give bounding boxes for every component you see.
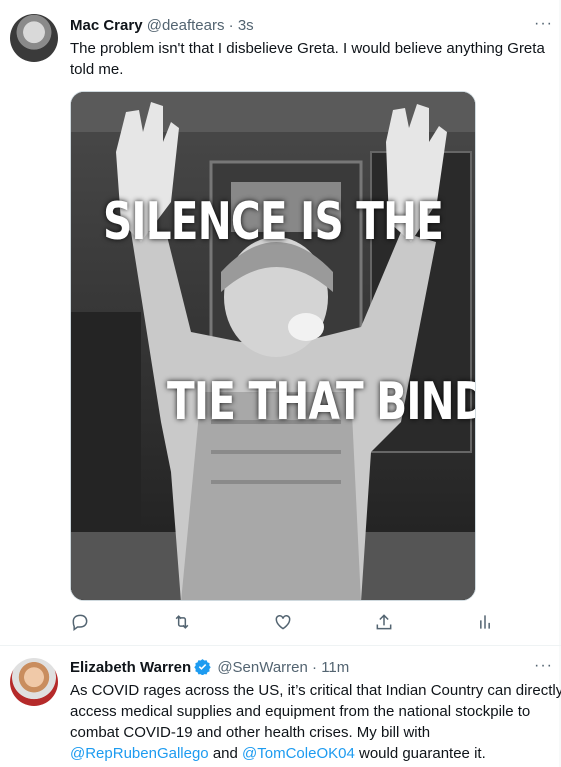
tweet-actions bbox=[70, 612, 500, 636]
author-handle[interactable]: @SenWarren bbox=[217, 659, 308, 676]
share-icon[interactable] bbox=[374, 612, 398, 636]
avatar[interactable] bbox=[10, 658, 58, 706]
tweet-text: The problem isn't that I disbelieve Gret… bbox=[70, 40, 545, 78]
separator-dot: · bbox=[312, 659, 318, 676]
tweet-header: Elizabeth Warren @SenWarren · 11m bbox=[70, 658, 349, 681]
mention-link[interactable]: @RepRubenGallego bbox=[70, 745, 209, 762]
verified-badge-icon bbox=[194, 658, 211, 681]
author-name[interactable]: Mac Crary bbox=[70, 17, 143, 34]
tweet-text-part: would guarantee it. bbox=[354, 745, 486, 762]
author-name[interactable]: Elizabeth Warren bbox=[70, 659, 191, 676]
tweet-image[interactable]: SILENCE IS THE TIE THAT BINDS bbox=[70, 91, 476, 601]
analytics-icon[interactable] bbox=[475, 612, 499, 636]
tweet-text-part: and bbox=[208, 745, 243, 762]
timestamp[interactable]: 11m bbox=[321, 659, 349, 676]
tweet-header: Mac Crary @deaftears · 3s bbox=[70, 16, 254, 36]
tweet-text-part: As COVID rages across the US, it’s criti… bbox=[70, 682, 561, 741]
meme-caption-top: SILENCE IS THE bbox=[103, 192, 444, 252]
avatar[interactable] bbox=[10, 14, 58, 62]
tweet[interactable]: Mac Crary @deaftears · 3s ··· The proble… bbox=[0, 0, 561, 645]
mention-link[interactable]: @TomColeOK04 bbox=[242, 745, 355, 762]
author-handle[interactable]: @deaftears bbox=[147, 17, 225, 34]
timestamp[interactable]: 3s bbox=[238, 17, 254, 34]
retweet-icon[interactable] bbox=[172, 612, 196, 636]
reply-icon[interactable] bbox=[70, 612, 94, 636]
tweet[interactable]: Elizabeth Warren @SenWarren · 11m ··· As… bbox=[0, 646, 561, 767]
meme-caption-bottom: TIE THAT BINDS bbox=[167, 372, 475, 432]
tweet-text: As COVID rages across the US, it’s criti… bbox=[70, 680, 561, 764]
meme-photo bbox=[71, 92, 475, 600]
separator-dot: · bbox=[228, 17, 234, 34]
like-icon[interactable] bbox=[273, 612, 297, 636]
more-options-icon[interactable]: ··· bbox=[534, 16, 553, 32]
more-options-icon[interactable]: ··· bbox=[534, 658, 553, 674]
